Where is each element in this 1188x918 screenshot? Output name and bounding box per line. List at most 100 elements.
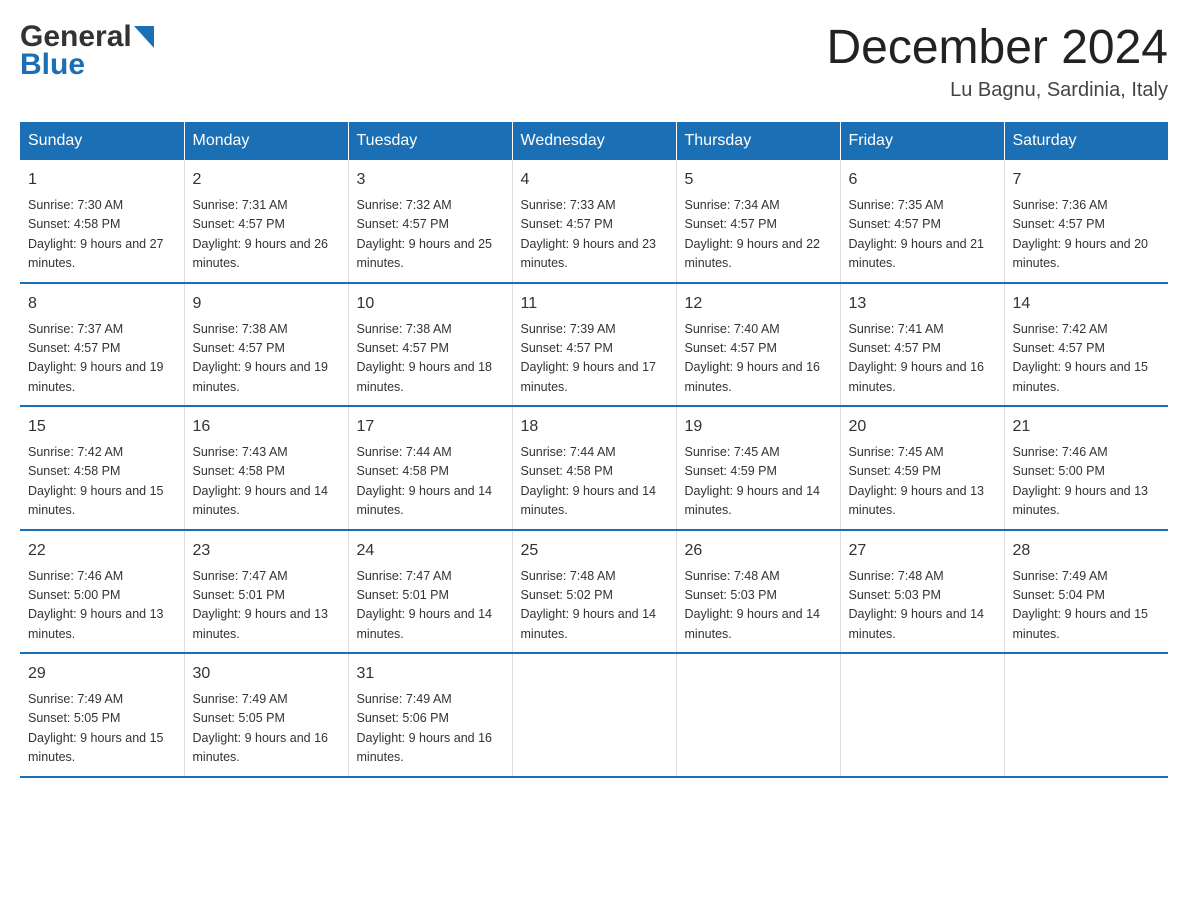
day-number: 12: [685, 292, 832, 316]
calendar-header-row: SundayMondayTuesdayWednesdayThursdayFrid…: [20, 122, 1168, 160]
day-number: 19: [685, 415, 832, 439]
cell-info: Sunrise: 7:32 AMSunset: 4:57 PMDaylight:…: [357, 196, 504, 274]
day-number: 25: [521, 539, 668, 563]
calendar-cell: 17Sunrise: 7:44 AMSunset: 4:58 PMDayligh…: [348, 406, 512, 530]
day-number: 29: [28, 662, 176, 686]
day-number: 8: [28, 292, 176, 316]
logo-blue: Blue: [20, 48, 85, 82]
calendar-cell: 25 Sunrise: 7:48 AMSunset: 5:02 PMDayligh…: [512, 530, 676, 654]
day-header-monday: Monday: [184, 122, 348, 160]
cell-info: Sunrise: 7:45 AMSunset: 4:59 PMDaylight:…: [685, 443, 832, 521]
calendar-cell: 23 Sunrise: 7:47 AMSunset: 5:01 PMDayligh…: [184, 530, 348, 654]
calendar-cell: 19 Sunrise: 7:45 AMSunset: 4:59 PMDayligh…: [676, 406, 840, 530]
cell-info: Sunrise: 7:42 AMSunset: 4:57 PMDaylight:…: [1013, 320, 1161, 398]
cell-info: Sunrise: 7:43 AMSunset: 4:58 PMDaylight:…: [193, 443, 340, 521]
location: Lu Bagnu, Sardinia, Italy: [826, 79, 1168, 102]
day-number: 23: [193, 539, 340, 563]
day-header-saturday: Saturday: [1004, 122, 1168, 160]
cell-info: Sunrise: 7:31 AMSunset: 4:57 PMDaylight:…: [193, 196, 340, 274]
calendar-cell: [512, 653, 676, 777]
calendar-cell: 26 Sunrise: 7:48 AMSunset: 5:03 PMDayligh…: [676, 530, 840, 654]
day-number: 22: [28, 539, 176, 563]
calendar-cell: 14 Sunrise: 7:42 AMSunset: 4:57 PMDayligh…: [1004, 283, 1168, 407]
calendar-week-row: 8 Sunrise: 7:37 AMSunset: 4:57 PMDaylight…: [20, 283, 1168, 407]
cell-info: Sunrise: 7:48 AMSunset: 5:02 PMDaylight:…: [521, 567, 668, 645]
cell-info: Sunrise: 7:46 AMSunset: 5:00 PMDaylight:…: [1013, 443, 1161, 521]
calendar-table: SundayMondayTuesdayWednesdayThursdayFrid…: [20, 122, 1168, 778]
day-number: 26: [685, 539, 832, 563]
calendar-cell: 11Sunrise: 7:39 AMSunset: 4:57 PMDayligh…: [512, 283, 676, 407]
day-number: 11: [521, 292, 668, 316]
cell-info: Sunrise: 7:40 AMSunset: 4:57 PMDaylight:…: [685, 320, 832, 398]
cell-info: Sunrise: 7:49 AMSunset: 5:05 PMDaylight:…: [193, 690, 340, 768]
calendar-cell: 30 Sunrise: 7:49 AMSunset: 5:05 PMDayligh…: [184, 653, 348, 777]
calendar-cell: 9Sunrise: 7:38 AMSunset: 4:57 PMDaylight…: [184, 283, 348, 407]
calendar-cell: 24 Sunrise: 7:47 AMSunset: 5:01 PMDayligh…: [348, 530, 512, 654]
calendar-week-row: 29 Sunrise: 7:49 AMSunset: 5:05 PMDayligh…: [20, 653, 1168, 777]
day-number: 31: [357, 662, 504, 686]
cell-info: Sunrise: 7:47 AMSunset: 5:01 PMDaylight:…: [357, 567, 504, 645]
cell-info: Sunrise: 7:44 AMSunset: 4:58 PMDaylight:…: [521, 443, 668, 521]
cell-info: Sunrise: 7:37 AMSunset: 4:57 PMDaylight:…: [28, 320, 176, 398]
cell-info: Sunrise: 7:30 AMSunset: 4:58 PMDaylight:…: [28, 196, 176, 274]
calendar-cell: 3 Sunrise: 7:32 AMSunset: 4:57 PMDaylight…: [348, 160, 512, 283]
calendar-cell: 21Sunrise: 7:46 AMSunset: 5:00 PMDayligh…: [1004, 406, 1168, 530]
day-header-sunday: Sunday: [20, 122, 184, 160]
calendar-cell: 4 Sunrise: 7:33 AMSunset: 4:57 PMDaylight…: [512, 160, 676, 283]
calendar-cell: 29Sunrise: 7:49 AMSunset: 5:05 PMDayligh…: [20, 653, 184, 777]
calendar-cell: 31 Sunrise: 7:49 AMSunset: 5:06 PMDayligh…: [348, 653, 512, 777]
day-number: 3: [357, 168, 504, 192]
cell-info: Sunrise: 7:38 AMSunset: 4:57 PMDaylight:…: [357, 320, 504, 398]
cell-info: Sunrise: 7:36 AMSunset: 4:57 PMDaylight:…: [1013, 196, 1161, 274]
cell-info: Sunrise: 7:34 AMSunset: 4:57 PMDaylight:…: [685, 196, 832, 274]
day-number: 18: [521, 415, 668, 439]
cell-info: Sunrise: 7:48 AMSunset: 5:03 PMDaylight:…: [849, 567, 996, 645]
calendar-cell: 6 Sunrise: 7:35 AMSunset: 4:57 PMDaylight…: [840, 160, 1004, 283]
day-number: 28: [1013, 539, 1161, 563]
day-number: 27: [849, 539, 996, 563]
day-number: 30: [193, 662, 340, 686]
day-number: 20: [849, 415, 996, 439]
cell-info: Sunrise: 7:41 AMSunset: 4:57 PMDaylight:…: [849, 320, 996, 398]
calendar-cell: 7 Sunrise: 7:36 AMSunset: 4:57 PMDaylight…: [1004, 160, 1168, 283]
calendar-cell: 16 Sunrise: 7:43 AMSunset: 4:58 PMDayligh…: [184, 406, 348, 530]
calendar-cell: [1004, 653, 1168, 777]
day-number: 6: [849, 168, 996, 192]
calendar-cell: 1Sunrise: 7:30 AMSunset: 4:58 PMDaylight…: [20, 160, 184, 283]
calendar-cell: 20 Sunrise: 7:45 AMSunset: 4:59 PMDayligh…: [840, 406, 1004, 530]
cell-info: Sunrise: 7:33 AMSunset: 4:57 PMDaylight:…: [521, 196, 668, 274]
calendar-cell: [676, 653, 840, 777]
cell-info: Sunrise: 7:47 AMSunset: 5:01 PMDaylight:…: [193, 567, 340, 645]
day-number: 13: [849, 292, 996, 316]
day-number: 14: [1013, 292, 1161, 316]
cell-info: Sunrise: 7:49 AMSunset: 5:06 PMDaylight:…: [357, 690, 504, 768]
day-number: 15: [28, 415, 176, 439]
day-number: 16: [193, 415, 340, 439]
day-number: 10: [357, 292, 504, 316]
calendar-cell: 15Sunrise: 7:42 AMSunset: 4:58 PMDayligh…: [20, 406, 184, 530]
calendar-cell: 22Sunrise: 7:46 AMSunset: 5:00 PMDayligh…: [20, 530, 184, 654]
cell-info: Sunrise: 7:48 AMSunset: 5:03 PMDaylight:…: [685, 567, 832, 645]
title-section: December 2024 Lu Bagnu, Sardinia, Italy: [826, 20, 1168, 102]
calendar-week-row: 15Sunrise: 7:42 AMSunset: 4:58 PMDayligh…: [20, 406, 1168, 530]
day-number: 5: [685, 168, 832, 192]
calendar-cell: 13 Sunrise: 7:41 AMSunset: 4:57 PMDayligh…: [840, 283, 1004, 407]
day-number: 24: [357, 539, 504, 563]
day-number: 7: [1013, 168, 1161, 192]
calendar-cell: 10 Sunrise: 7:38 AMSunset: 4:57 PMDayligh…: [348, 283, 512, 407]
calendar-cell: 8 Sunrise: 7:37 AMSunset: 4:57 PMDaylight…: [20, 283, 184, 407]
cell-info: Sunrise: 7:35 AMSunset: 4:57 PMDaylight:…: [849, 196, 996, 274]
calendar-cell: 28Sunrise: 7:49 AMSunset: 5:04 PMDayligh…: [1004, 530, 1168, 654]
page-header: General Blue December 2024 Lu Bagnu, Sar…: [20, 20, 1168, 102]
day-number: 4: [521, 168, 668, 192]
day-number: 2: [193, 168, 340, 192]
day-header-tuesday: Tuesday: [348, 122, 512, 160]
day-header-friday: Friday: [840, 122, 1004, 160]
calendar-cell: 27 Sunrise: 7:48 AMSunset: 5:03 PMDayligh…: [840, 530, 1004, 654]
day-header-thursday: Thursday: [676, 122, 840, 160]
cell-info: Sunrise: 7:44 AMSunset: 4:58 PMDaylight:…: [357, 443, 504, 521]
calendar-cell: 2 Sunrise: 7:31 AMSunset: 4:57 PMDaylight…: [184, 160, 348, 283]
calendar-cell: [840, 653, 1004, 777]
calendar-cell: 18 Sunrise: 7:44 AMSunset: 4:58 PMDayligh…: [512, 406, 676, 530]
cell-info: Sunrise: 7:45 AMSunset: 4:59 PMDaylight:…: [849, 443, 996, 521]
